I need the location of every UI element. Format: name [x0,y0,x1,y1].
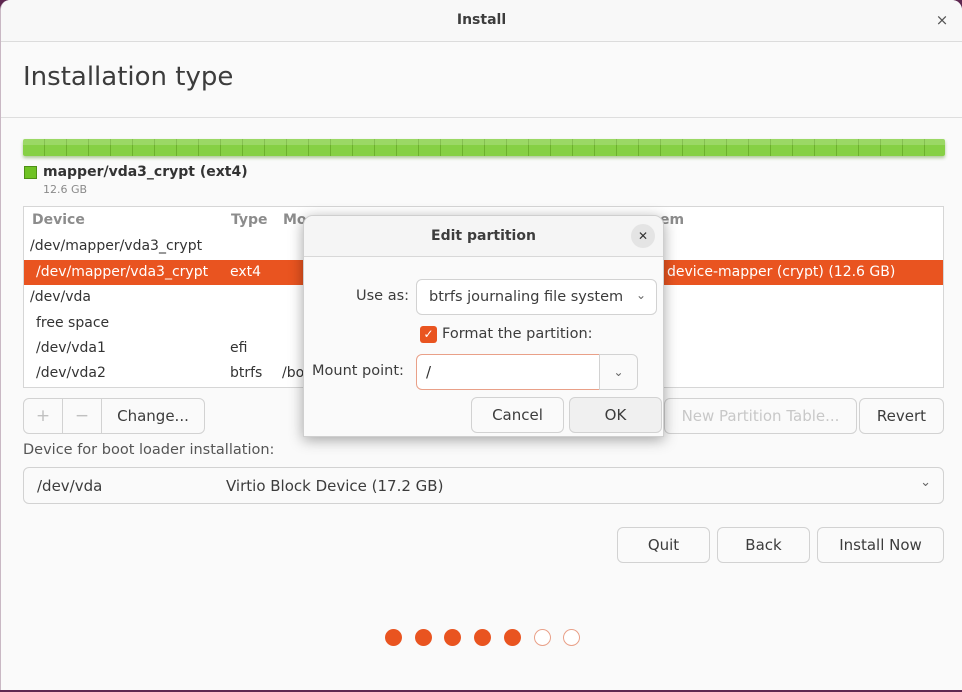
boot-loader-device: /dev/vda [37,477,103,495]
format-partition-checkbox[interactable]: ✓ [420,326,437,343]
remove-partition-button[interactable]: − [63,399,101,433]
cell-type: ext4 [230,264,262,280]
change-partition-button[interactable]: Change... [102,399,204,433]
step-dot-completed [385,629,402,646]
format-partition-label[interactable]: Format the partition: [442,326,593,342]
step-dot-completed [474,629,492,646]
partition-legend-label: mapper/vda3_crypt (ext4) [43,164,248,180]
cell-mount: /bo [282,365,305,381]
cell-device: free space [36,315,110,331]
step-dot-pending [533,629,551,646]
cell-type: btrfs [230,365,263,381]
window-title: Install [456,12,507,28]
close-icon[interactable]: × [932,10,952,30]
mount-point-input[interactable]: / [416,354,600,390]
back-button[interactable]: Back [717,527,810,563]
cell-device: /dev/mapper/vda3_crypt [36,264,209,280]
step-dot-completed [503,629,521,646]
mount-point-label: Mount point: [312,363,404,379]
partition-legend-size: 12.6 GB [43,183,88,196]
edit-partition-dialog: Edit partition ✕ Use as: btrfs journalin… [303,215,664,437]
partition-bar [23,139,945,156]
title-bar: Install × [1,0,962,42]
header-divider [1,117,962,118]
mount-point-dropdown-button[interactable]: ⌄ [599,354,638,390]
partition-edit-buttons: + − Change... [23,398,205,434]
cell-system: device-mapper (crypt) (12.6 GB) [667,264,896,280]
column-header-device[interactable]: Device [32,212,85,228]
cell-type: efi [230,340,248,356]
cell-device: /dev/vda1 [36,340,106,356]
dialog-title-bar: Edit partition ✕ [304,216,663,257]
use-as-value: btrfs journaling file system [429,289,624,305]
chevron-down-icon: ⌄ [920,475,931,490]
boot-loader-description: Virtio Block Device (17.2 GB) [226,477,444,495]
partition-legend-swatch [24,166,37,179]
cell-device: /dev/vda2 [36,365,106,381]
boot-loader-select[interactable]: /dev/vda Virtio Block Device (17.2 GB) ⌄ [23,467,944,504]
installer-window: Install × Installation type mapper/vda3_… [0,0,962,690]
dialog-close-icon[interactable]: ✕ [631,224,655,248]
step-dot-completed [414,629,432,646]
step-dot-completed [444,629,462,646]
dialog-title: Edit partition [431,228,536,244]
dialog-ok-button[interactable]: OK [569,397,662,433]
cell-device: /dev/vda [30,289,91,305]
dialog-cancel-button[interactable]: Cancel [471,397,564,433]
step-dot-pending [563,629,581,646]
add-partition-button[interactable]: + [24,399,62,433]
column-header-type[interactable]: Type [231,212,268,228]
quit-button[interactable]: Quit [617,527,710,563]
use-as-label: Use as: [356,288,410,304]
chevron-down-icon: ⌄ [635,288,646,302]
install-now-button[interactable]: Install Now [817,527,944,563]
cell-device: /dev/mapper/vda3_crypt [30,238,203,254]
revert-button[interactable]: Revert [859,398,944,434]
boot-loader-label: Device for boot loader installation: [23,442,275,458]
page-title: Installation type [23,62,234,92]
chevron-down-icon: ⌄ [613,365,624,379]
use-as-select[interactable]: btrfs journaling file system ⌄ [416,279,657,315]
new-partition-table-button[interactable]: New Partition Table... [664,398,857,434]
